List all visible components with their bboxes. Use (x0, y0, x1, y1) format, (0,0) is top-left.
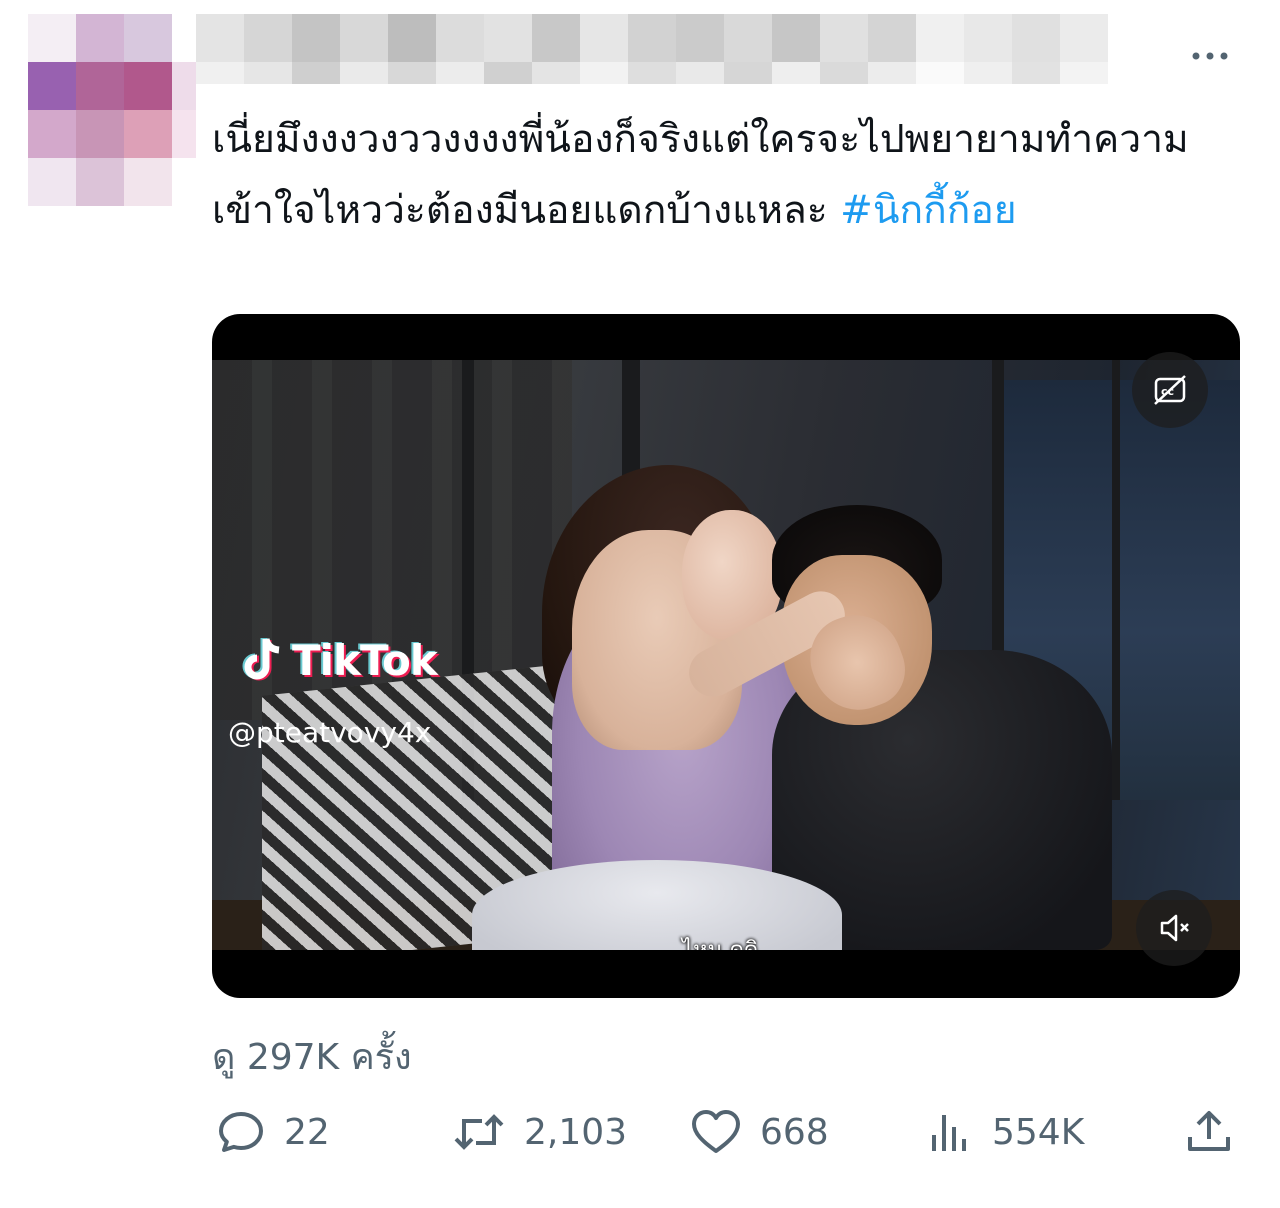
tweet-actions: 22 2,103 668 554K (212, 1100, 1240, 1170)
reply-button[interactable]: 22 (216, 1100, 330, 1164)
volume-muted-icon[interactable] (1136, 890, 1212, 966)
video-subtitle: ไหน ดูดิ (682, 932, 758, 950)
reply-icon (219, 1112, 263, 1152)
tiktok-handle: @pteatvovy4x (228, 716, 432, 749)
retweet-button[interactable]: 2,103 (452, 1100, 627, 1164)
more-options-icon[interactable] (1186, 44, 1234, 68)
views-analytics-button[interactable]: 554K (928, 1100, 1084, 1164)
avatar[interactable] (28, 14, 196, 210)
tweet-body: เนี่ยมึงงงวงววงงงงพี่น้องก็จริงแต่ใครจะไ… (212, 117, 1189, 233)
like-count: 668 (760, 1111, 829, 1153)
impression-count: 554K (992, 1111, 1085, 1153)
retweet-count: 2,103 (524, 1111, 628, 1153)
heart-icon (692, 1110, 740, 1153)
captions-off-icon[interactable]: cc (1132, 352, 1208, 428)
tweet-text: เนี่ยมึงงงวงววงงงงพี่น้องก็จริงแต่ใครจะไ… (212, 104, 1212, 246)
author-name-censored[interactable] (196, 14, 1156, 84)
view-count: ดู 297K ครั้ง (212, 1037, 412, 1078)
video-player[interactable]: TikTok @pteatvovy4x ไหน ดูดิ cc (212, 314, 1240, 998)
like-button[interactable]: 668 (690, 1100, 829, 1164)
hashtag-link[interactable]: #นิกกี้ก้อย (840, 188, 1016, 233)
tiktok-watermark: TikTok (240, 630, 438, 690)
analytics-bar-chart-icon (932, 1115, 966, 1151)
reply-count: 22 (284, 1111, 330, 1153)
retweet-icon (454, 1114, 504, 1150)
tiktok-wordmark: TikTok (292, 635, 438, 685)
share-icon (1188, 1111, 1230, 1151)
video-frame: TikTok @pteatvovy4x ไหน ดูดิ (212, 360, 1240, 950)
share-button[interactable] (1184, 1100, 1234, 1164)
tiktok-logo-icon (242, 638, 280, 681)
